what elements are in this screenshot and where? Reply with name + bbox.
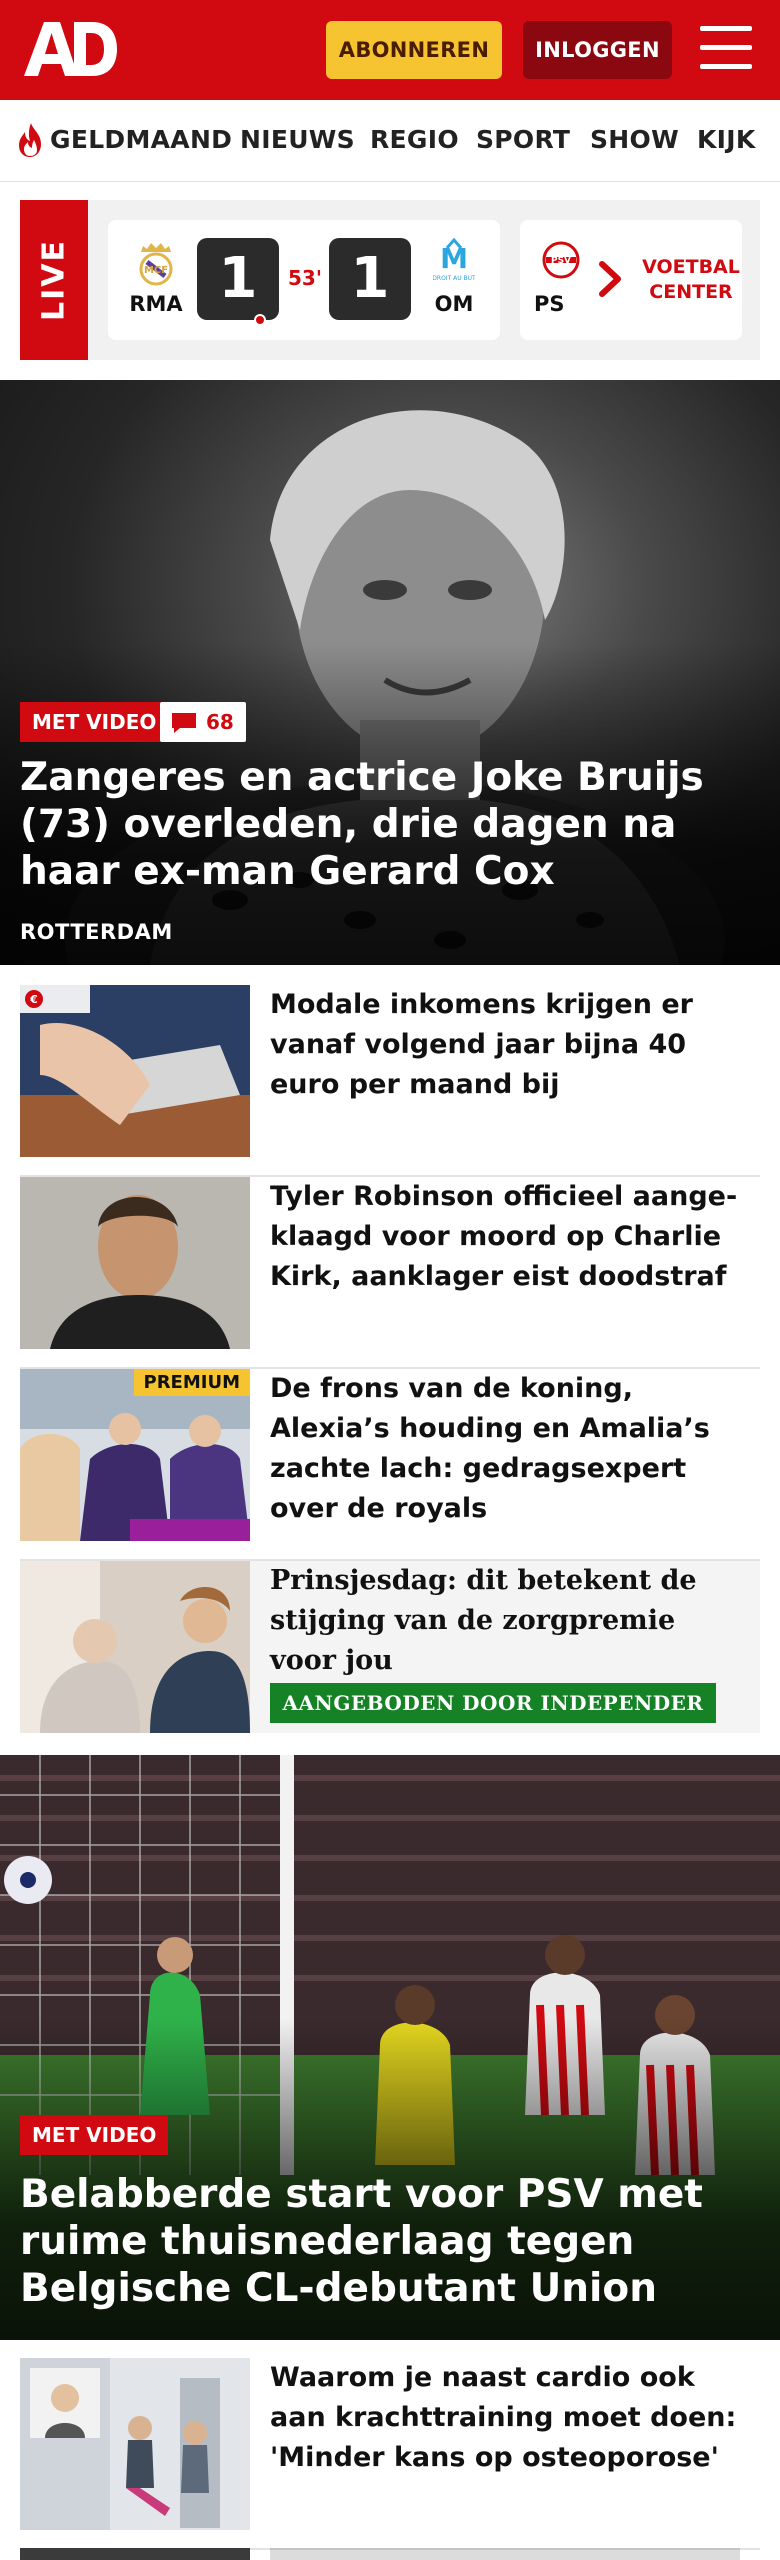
svg-text:PSV: PSV xyxy=(551,256,571,266)
article-title[interactable]: De frons van de koning, Alexia’s houding… xyxy=(270,1369,740,1529)
flame-icon xyxy=(19,123,41,157)
article-thumbnail: € xyxy=(20,985,250,1157)
away-team-name: OM xyxy=(434,292,474,316)
nav-item-sport[interactable]: SPORT xyxy=(476,125,570,154)
match-minute: 53' xyxy=(288,266,322,290)
article-title[interactable]: Prinsjesdag: dit betekent de stijging va… xyxy=(270,1561,740,1681)
svg-text:€: € xyxy=(29,993,38,1006)
hero-article-2[interactable]: MET VIDEO Belabberde start voor PSV met … xyxy=(0,1755,780,2340)
thumbnail-image xyxy=(20,2358,250,2530)
thumbnail-image xyxy=(20,1177,250,1349)
svg-text:MCF: MCF xyxy=(144,265,168,276)
real-madrid-crest-icon: MCF xyxy=(139,243,173,286)
match-card-next[interactable]: PSV PS xyxy=(520,220,650,340)
main-nav: GELDMAAND NIEUWS REGIO SPORT SHOW KIJK xyxy=(0,100,780,182)
article-title[interactable]: Tyler Robinson officieel aange­klaagd vo… xyxy=(270,1177,740,1297)
psv-crest-icon: PSV xyxy=(542,241,580,279)
nav-item-geldmaand[interactable]: GELDMAAND xyxy=(50,125,232,154)
chevron-right-icon[interactable] xyxy=(590,256,630,302)
menu-icon[interactable] xyxy=(700,26,752,70)
article-thumbnail xyxy=(20,2358,250,2530)
thumbnail-image: € xyxy=(20,985,250,1157)
thumbnail-image xyxy=(20,1561,250,1733)
match-card[interactable]: MCF RMA 1 53' 1 M DROIT AU BUT OM xyxy=(108,220,500,340)
site-header: ABONNEREN INLOGGEN xyxy=(0,0,780,100)
away-score: 1 xyxy=(329,238,411,320)
subscribe-button[interactable]: ABONNEREN xyxy=(326,21,502,79)
home-score: 1 xyxy=(197,238,279,320)
live-scores-bar: LIVE MCF RMA 1 53' 1 M DROIT AU BUT OM P… xyxy=(20,200,760,360)
list-item[interactable]: Tyler Robinson officieel aange­klaagd vo… xyxy=(20,1177,760,1369)
article-thumbnail xyxy=(20,1561,250,1733)
svg-text:M: M xyxy=(440,242,468,275)
premium-badge: PREMIUM xyxy=(133,1369,250,1396)
next-title-peek xyxy=(270,2548,740,2560)
article-thumbnail: PREMIUM xyxy=(20,1369,250,1541)
live-indicator-dot xyxy=(254,314,266,326)
video-tag: MET VIDEO xyxy=(20,2115,169,2155)
hero2-title[interactable]: Belabberde start voor PSV met ruime thui… xyxy=(20,2171,760,2312)
ad-logo[interactable] xyxy=(22,18,118,80)
nav-item-show[interactable]: SHOW xyxy=(590,125,679,154)
hero-article[interactable]: MET VIDEO 68 Zangeres en actrice Joke Br… xyxy=(0,380,780,965)
next-team-name: PS xyxy=(534,292,565,316)
login-button[interactable]: INLOGGEN xyxy=(523,21,672,79)
next-thumbnail-peek xyxy=(20,2548,250,2560)
nav-item-regio[interactable]: REGIO xyxy=(370,125,459,154)
video-tag: MET VIDEO xyxy=(20,702,169,742)
comment-icon xyxy=(172,713,196,733)
nav-item-nieuws[interactable]: NIEUWS xyxy=(240,125,355,154)
list-item[interactable]: PREMIUM De frons van de koning, Alexia’s… xyxy=(20,1369,760,1561)
list-item[interactable]: Waarom je naast cardio ook aan krachttra… xyxy=(20,2358,760,2550)
football-center-link[interactable]: VOETBAL CENTER xyxy=(640,220,742,340)
hero-location: ROTTERDAM xyxy=(20,920,173,944)
marseille-crest-icon: M DROIT AU BUT xyxy=(433,238,475,282)
sponsor-label: AANGEBODEN DOOR INDEPENDER xyxy=(270,1683,716,1723)
comment-count: 68 xyxy=(206,710,234,734)
list-item[interactable]: € Modale inkomens krijgen er vanaf volge… xyxy=(20,985,760,1177)
live-label: LIVE xyxy=(20,200,88,360)
sponsored-list-item[interactable]: Prinsjesdag: dit betekent de stijging va… xyxy=(20,1561,760,1733)
comment-count-tag[interactable]: 68 xyxy=(160,702,246,742)
live-label-text: LIVE xyxy=(36,239,72,321)
article-thumbnail xyxy=(20,1177,250,1349)
nav-item-kijk[interactable]: KIJK xyxy=(697,125,756,154)
ad-logo-icon xyxy=(24,22,117,76)
article-title[interactable]: Waarom je naast cardio ook aan krachttra… xyxy=(270,2358,740,2478)
home-team-name: RMA xyxy=(129,292,183,316)
article-title[interactable]: Modale inkomens krijgen er vanaf volgend… xyxy=(270,985,740,1105)
svg-text:DROIT AU BUT: DROIT AU BUT xyxy=(433,275,475,282)
hero-title[interactable]: Zangeres en actrice Joke Bruijs (73) ove… xyxy=(20,754,760,895)
